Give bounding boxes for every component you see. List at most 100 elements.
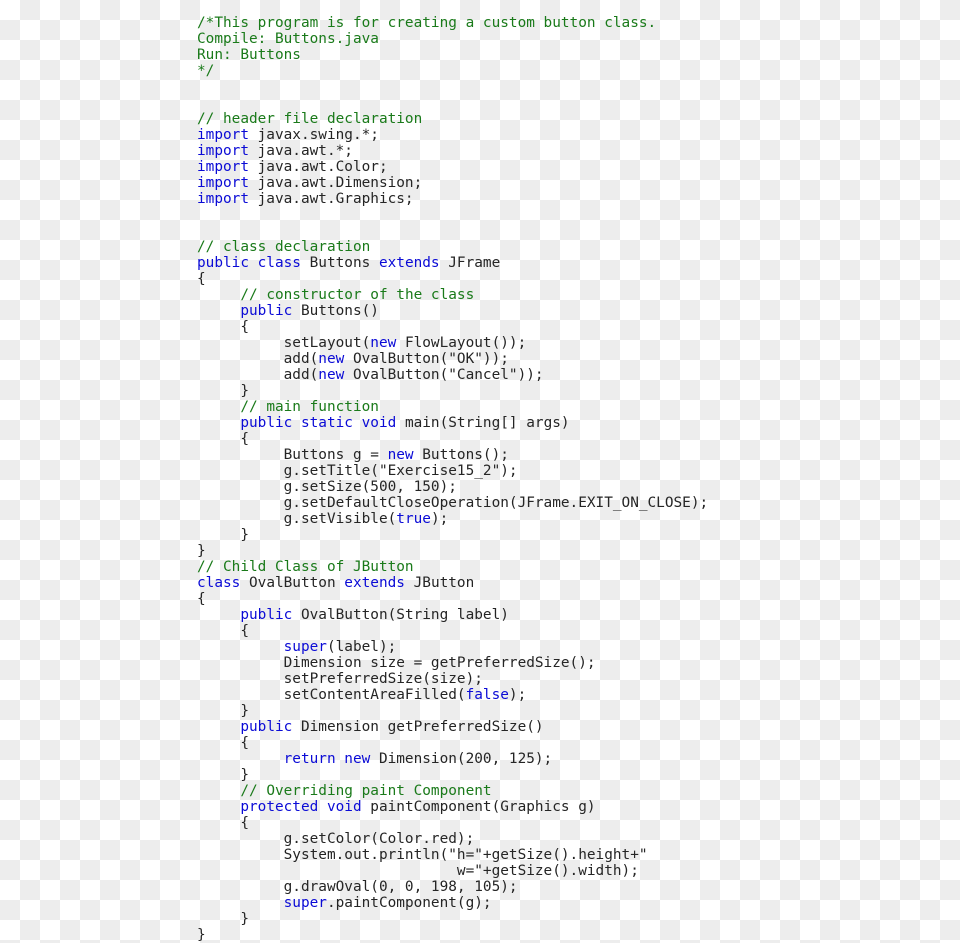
code-line: // constructor of the class: [197, 287, 708, 303]
code-token-keyword: super: [283, 895, 327, 912]
code-line: public class Buttons extends JFrame: [197, 255, 708, 271]
code-token-keyword: new: [370, 335, 397, 352]
code-token-keyword: import: [197, 127, 249, 144]
code-token-plain: }: [197, 767, 249, 784]
code-line: }: [197, 543, 708, 559]
code-line: g.setSize(500, 150);: [197, 479, 708, 495]
code-line: */: [197, 63, 708, 79]
code-token-plain: g.setColor(Color.red);: [197, 831, 475, 848]
code-token-plain: {: [197, 735, 249, 752]
code-token-plain: {: [197, 271, 206, 288]
code-token-plain: setContentAreaFilled(: [197, 687, 466, 704]
code-token-keyword: import: [197, 175, 249, 192]
code-line: {: [197, 271, 708, 287]
code-token-plain: g.drawOval(0, 0, 198, 105);: [197, 879, 518, 896]
code-line: Dimension size = getPreferredSize();: [197, 655, 708, 671]
code-line: {: [197, 431, 708, 447]
code-token-keyword: protected void: [240, 799, 362, 816]
code-line: add(new OvalButton("OK"));: [197, 351, 708, 367]
code-line: }: [197, 527, 708, 543]
code-token-plain: java.awt.Dimension;: [248, 175, 423, 192]
code-token-keyword: return new: [283, 751, 371, 768]
code-token-keyword: public: [240, 607, 293, 624]
code-line: g.drawOval(0, 0, 198, 105);: [197, 879, 708, 895]
code-line: // Overriding paint Component: [197, 783, 708, 799]
code-line: {: [197, 735, 708, 751]
code-token-plain: paintComponent(Graphics g): [361, 799, 596, 816]
code-line: // header file declaration: [197, 111, 708, 127]
code-token-comment: // Overriding paint Component: [240, 783, 492, 800]
code-token-keyword: extends: [344, 575, 405, 592]
code-line: g.setDefaultCloseOperation(JFrame.EXIT_O…: [197, 495, 709, 512]
code-line: setContentAreaFilled(false);: [197, 687, 708, 703]
code-token-plain: add(: [197, 351, 319, 368]
code-token-keyword: public: [240, 719, 293, 736]
java-code-listing: /*This program is for creating a custom …: [197, 15, 708, 943]
code-token-plain: java.awt.Graphics;: [248, 191, 414, 208]
code-token-plain: g.setDefaultCloseOperation(JFrame.EXIT_O…: [197, 495, 709, 512]
code-line: class OvalButton extends JButton: [197, 575, 708, 591]
code-token-plain: }: [197, 543, 206, 560]
code-line: public Buttons(): [197, 303, 708, 319]
code-line: import java.awt.Graphics;: [197, 191, 708, 207]
code-token-plain: }: [197, 911, 249, 928]
code-token-keyword: import: [197, 191, 249, 208]
code-token-plain: {: [197, 431, 249, 448]
code-line: import java.awt.Color;: [197, 159, 708, 175]
code-line: g.setColor(Color.red);: [197, 831, 708, 847]
code-token-plain: w="+getSize().width);: [197, 863, 639, 880]
code-token-plain: g.setTitle("Exercise15_2");: [197, 463, 518, 480]
code-token-keyword: super: [283, 639, 327, 656]
code-token-plain: {: [197, 623, 249, 640]
code-token-plain: Buttons g =: [197, 447, 388, 464]
code-line: w="+getSize().width);: [197, 863, 708, 879]
code-token-keyword: public: [240, 303, 293, 320]
code-token-plain: System.out.println("h="+getSize().height…: [197, 847, 648, 864]
code-token-comment: // main function: [240, 399, 379, 416]
code-line: super(label);: [197, 639, 708, 655]
code-token-plain: }: [197, 927, 206, 943]
code-token-plain: OvalButton(String label): [292, 607, 509, 624]
code-token-plain: add(: [197, 367, 319, 384]
code-token-keyword: new: [318, 367, 345, 384]
code-line: return new Dimension(200, 125);: [197, 751, 708, 767]
code-token-plain: setPreferredSize(size);: [197, 671, 483, 688]
code-token-comment: // Child Class of JButton: [197, 559, 414, 576]
code-line: {: [197, 591, 708, 607]
code-line: }: [197, 383, 708, 399]
code-token-comment: Run: Buttons: [197, 47, 301, 64]
code-token-keyword: new: [387, 447, 414, 464]
code-token-comment: // constructor of the class: [240, 287, 475, 304]
code-line: public OvalButton(String label): [197, 607, 708, 623]
code-token-plain: java.awt.Color;: [248, 159, 388, 176]
code-line: import java.awt.*;: [197, 143, 708, 159]
code-token-keyword: public static void: [240, 415, 397, 432]
code-token-plain: Buttons();: [413, 447, 509, 464]
code-token-plain: JFrame: [439, 255, 501, 272]
code-token-plain: .paintComponent(g);: [326, 895, 492, 912]
code-token-plain: main(String[] args): [396, 415, 570, 432]
code-line: add(new OvalButton("Cancel"));: [197, 367, 708, 383]
code-token-plain: {: [197, 319, 249, 336]
code-line: // class declaration: [197, 239, 708, 255]
code-line: public Dimension getPreferredSize(): [197, 719, 708, 735]
code-line: {: [197, 623, 708, 639]
code-token-comment: Compile: Buttons.java: [197, 31, 379, 48]
code-token-keyword: class: [197, 575, 241, 592]
code-token-keyword: false: [465, 687, 509, 704]
code-line: Compile: Buttons.java: [197, 31, 708, 47]
code-token-plain: Buttons: [300, 255, 379, 272]
code-token-comment: /*This program is for creating a custom …: [197, 15, 657, 32]
code-token-plain: JButton: [404, 575, 475, 592]
